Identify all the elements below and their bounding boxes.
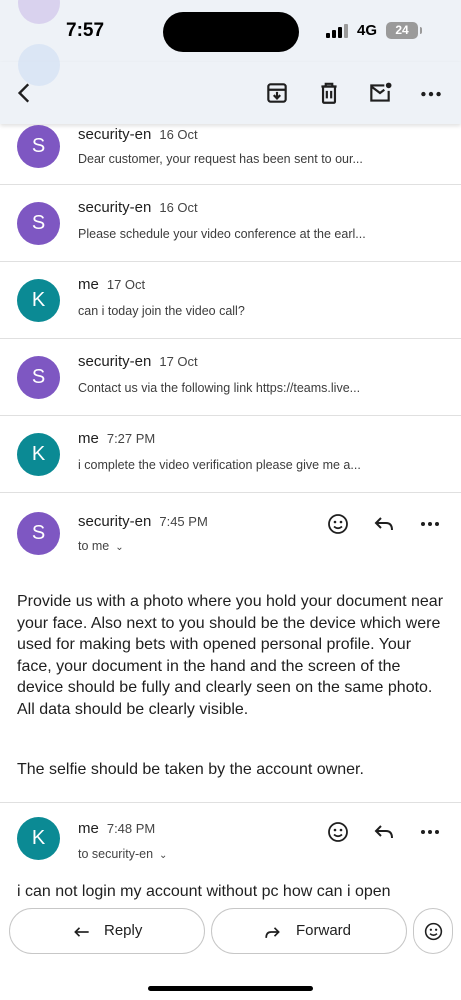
back-arrow-icon[interactable]: [12, 80, 38, 106]
message-body: The selfie should be taken by the accoun…: [17, 761, 364, 778]
signal-icon: [326, 24, 348, 38]
archive-icon[interactable]: [264, 80, 290, 106]
status-bar: 7:57 4G 24: [0, 0, 461, 62]
chevron-down-icon: ⌄: [115, 542, 124, 553]
thread-row[interactable]: S security-en 16 Oct Dear customer, your …: [0, 124, 461, 185]
reply-icon[interactable]: [372, 512, 396, 536]
sender-name: security-en 17 Oct: [78, 353, 198, 370]
battery-icon: 24: [386, 22, 422, 39]
avatar: K: [17, 279, 60, 322]
reply-message: K me 7:48 PM to security-en ⌄ i can not lo…: [0, 803, 461, 903]
network-type: 4G: [357, 22, 378, 39]
emoji-icon: [424, 922, 443, 941]
forward-icon: [265, 927, 280, 938]
message-body: Provide us with a photo where you hold y…: [17, 593, 444, 718]
home-indicator: [148, 986, 313, 991]
sender-label: me: [78, 430, 99, 447]
emoji-reaction-icon[interactable]: [326, 512, 350, 536]
sender-label: me: [78, 820, 99, 837]
mark-unread-icon[interactable]: [367, 80, 393, 106]
sender-label: security-en: [78, 126, 152, 143]
message-snippet: Dear customer, your request has been sen…: [78, 152, 363, 166]
sender-name: me 7:48 PM: [78, 820, 155, 837]
sender-label: me: [78, 276, 99, 293]
battery-level: 24: [395, 23, 409, 37]
sender-label: security-en: [78, 199, 152, 216]
thread-row[interactable]: S security-en 16 Oct Please schedule your…: [0, 185, 461, 262]
reply-icon[interactable]: [372, 820, 396, 844]
emoji-reaction-button[interactable]: [413, 908, 453, 954]
reply-label: Reply: [104, 922, 143, 939]
avatar: S: [17, 202, 60, 245]
message-time: 7:48 PM: [106, 821, 156, 836]
message-snippet: i complete the video verification please…: [78, 458, 361, 472]
trash-icon[interactable]: [316, 80, 342, 106]
sender-name: security-en 7:45 PM: [78, 513, 208, 530]
message-snippet: Contact us via the following link https:…: [78, 381, 361, 395]
message-date: 17 Oct: [106, 277, 146, 292]
message-snippet: can i today join the video call?: [78, 304, 245, 318]
more-icon[interactable]: [418, 820, 442, 844]
message-date: 17 Oct: [159, 354, 198, 369]
message-date: 16 Oct: [159, 200, 198, 215]
open-message: S security-en 7:45 PM to me ⌄ Provide us w…: [0, 495, 461, 805]
sender-name: security-en 16 Oct: [78, 126, 198, 143]
status-time: 7:57: [66, 20, 105, 41]
reply-icon: [74, 927, 89, 937]
sender-label: security-en: [78, 513, 152, 530]
faded-avatar: [18, 0, 60, 24]
recipient-label: to me: [78, 539, 110, 553]
forward-label: Forward: [296, 922, 352, 939]
avatar: S: [17, 356, 60, 399]
reply-button[interactable]: Reply: [9, 908, 205, 954]
message-date: 16 Oct: [159, 127, 198, 142]
forward-button[interactable]: Forward: [211, 908, 407, 954]
message-snippet: Please schedule your video conference at…: [78, 227, 366, 241]
avatar: K: [17, 433, 60, 476]
chevron-down-icon: ⌄: [159, 850, 168, 861]
message-date: 7:27 PM: [106, 431, 156, 446]
avatar: S: [17, 125, 60, 168]
recipient-label: to security-en: [78, 847, 154, 861]
thread-row[interactable]: K me 7:27 PM i complete the video verific…: [0, 416, 461, 493]
recipient-details[interactable]: to me ⌄: [78, 539, 124, 553]
thread-list: S security-en 16 Oct Dear customer, your …: [0, 124, 461, 493]
sender-name: me 7:27 PM: [78, 430, 155, 447]
more-icon[interactable]: [418, 512, 442, 536]
emoji-reaction-icon[interactable]: [326, 820, 350, 844]
more-icon[interactable]: [418, 80, 444, 106]
message-toolbar: [0, 44, 461, 124]
message-time: 7:45 PM: [159, 514, 208, 529]
avatar: S: [17, 512, 60, 555]
thread-row[interactable]: K me 17 Oct can i today join the video ca…: [0, 262, 461, 339]
sender-label: security-en: [78, 353, 152, 370]
sender-name: me 17 Oct: [78, 276, 145, 293]
dynamic-island: [163, 12, 299, 52]
thread-row[interactable]: S security-en 17 Oct Contact us via the f…: [0, 339, 461, 416]
sender-name: security-en 16 Oct: [78, 199, 198, 216]
avatar: K: [17, 817, 60, 860]
recipient-details[interactable]: to security-en ⌄: [78, 847, 167, 861]
